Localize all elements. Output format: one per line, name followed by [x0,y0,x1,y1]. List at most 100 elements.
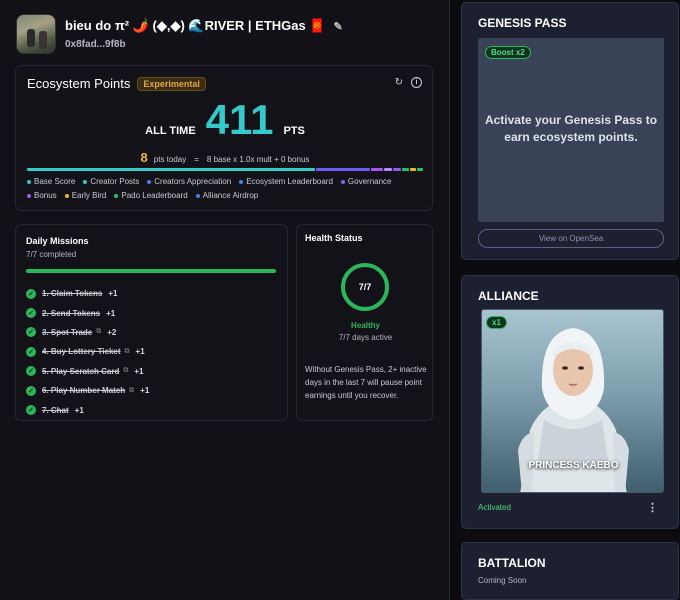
profile-header: bieu do π² 🌶️ (◆,◆) 🌊RIVER | ETHGas 🧧 ✎ … [16,12,343,56]
legend-item: Pado Leaderboard [114,191,188,200]
legend-dot-icon [27,193,31,198]
mission-points: +2 [107,327,117,337]
profile-name-row: bieu do π² 🌶️ (◆,◆) 🌊RIVER | ETHGas 🧧 ✎ [65,18,343,34]
mission-points: +1 [106,308,116,318]
mission-points: +1 [74,405,84,415]
all-time-label: ALL TIME [145,125,196,137]
external-link-icon[interactable]: ⧉ [123,367,128,375]
legend-label: Ecosystem Leaderboard [246,177,333,186]
legend-item: Bonus [27,191,57,200]
wallet-address[interactable]: 0x8fad...9f8b [65,39,343,50]
external-link-icon[interactable]: ⧉ [96,328,101,336]
alliance-character-image[interactable]: x1 PRINCESS KAEBO [481,309,664,493]
missions-list: ✓ 1. Claim Tokens +1 ✓ 2. Send Tokens +1 ✓ 3. S… [26,284,149,420]
multiplier-badge: x1 [486,316,507,329]
ecosystem-title: Ecosystem Points [27,76,131,91]
today-formula: 8 base x 1.0x mult + 0 bonus [206,155,310,164]
bar-segment [392,168,401,171]
genesis-title: GENESIS PASS [478,16,567,30]
mission-label: 3. Spot Trade [42,327,93,337]
alliance-status: Activated [478,503,511,512]
today-label: pts today [153,155,187,164]
mission-label: 2. Send Tokens [42,308,101,318]
external-link-icon[interactable]: ⧉ [125,348,130,356]
bar-segment [371,168,383,171]
mission-item[interactable]: ✓ 7. Chat +1 [26,400,149,419]
main-panel: bieu do π² 🌶️ (◆,◆) 🌊RIVER | ETHGas 🧧 ✎ … [0,0,450,600]
legend-label: Creators Appreciation [154,177,232,186]
mission-item[interactable]: ✓ 1. Claim Tokens +1 [26,284,149,303]
check-icon: ✓ [26,308,36,319]
health-days-active: 7/7 days active [338,333,393,342]
all-time-points: ALL TIME 411 PTS [16,94,434,146]
health-ring: 7/7 [341,263,389,311]
legend-dot-icon [239,179,244,184]
genesis-message: Activate your Genesis Pass to earn ecosy… [484,113,658,144]
boost-badge: Boost x2 [485,46,531,59]
pencil-icon[interactable]: ✎ [334,20,343,33]
points-today-row: 8 pts today = 8 base x 1.0x mult + 0 bon… [16,150,434,165]
genesis-pass-card: Boost x2 Activate your Genesis Pass to e… [478,38,664,222]
legend-label: Early Bird [71,191,107,200]
avatar[interactable] [16,14,56,54]
view-on-opensea-button[interactable]: View on OpenSea [478,229,664,248]
alliance-title: ALLIANCE [478,289,539,303]
mission-points: +1 [135,347,145,357]
check-icon: ✓ [26,346,36,357]
info-icon[interactable]: i [411,77,422,88]
bar-segment [417,168,423,171]
legend-label: Creator Posts [90,177,140,186]
legend-dot-icon [114,193,119,198]
battalion-panel: BATTALION Coming Soon [461,542,679,600]
legend-item: Creators Appreciation [147,177,231,186]
legend-dot-icon [195,193,200,198]
mission-item[interactable]: ✓ 6. Play Number Match ⧉ +1 [26,381,149,400]
legend-dot-icon [27,179,31,184]
experimental-badge: Experimental [137,76,206,91]
bar-segment [27,168,315,171]
alliance-panel: ALLIANCE x1 PRINCESS KAEBO Activated ⋮ [461,275,679,529]
check-icon: ✓ [26,405,36,416]
legend-dot-icon [64,193,69,198]
battalion-title: BATTALION [478,556,546,570]
kebab-menu-icon[interactable]: ⋮ [647,501,658,514]
legend-label: Pado Leaderboard [121,191,188,200]
bar-segment [315,168,371,171]
refresh-icon[interactable]: ↻ [395,77,403,88]
legend-dot-icon [83,179,88,184]
genesis-pass-panel: GENESIS PASS Boost x2 Activate your Gene… [461,2,679,260]
mission-label: 7. Chat [42,405,69,415]
legend-item: Early Bird [64,191,107,200]
legend-dot-icon [340,179,345,184]
mission-item[interactable]: ✓ 2. Send Tokens +1 [26,303,149,322]
health-status-label: Healthy [351,321,380,330]
ecosystem-title-row: Ecosystem Points Experimental [27,76,206,91]
external-link-icon[interactable]: ⧉ [129,387,134,395]
panel-divider [450,0,459,600]
missions-progress-bar [26,269,276,273]
mission-points: +1 [140,386,150,396]
legend-label: Bonus [34,191,57,200]
check-icon: ✓ [26,288,36,299]
check-icon: ✓ [26,327,36,338]
mission-item[interactable]: ✓ 4. Buy Lottery Ticket ⧉ +1 [26,342,149,361]
mission-item[interactable]: ✓ 3. Spot Trade ⧉ +2 [26,323,149,342]
profile-name: bieu do π² 🌶️ (◆,◆) 🌊RIVER | ETHGas 🧧 [65,18,326,33]
ecosystem-actions: ↻ i [395,77,422,88]
legend-item: Alliance Airdrop [195,191,258,200]
legend-item: Creator Posts [83,177,139,186]
check-icon: ✓ [26,385,36,396]
points-breakdown-bar [27,168,423,171]
mission-label: 5. Play Scratch Card [42,366,120,376]
today-value: 8 [140,150,148,165]
bar-segment [383,168,392,171]
legend-item: Governance [340,177,392,186]
daily-missions-card: Daily Missions 7/7 completed ✓ 1. Claim T… [15,224,288,421]
mission-label: 4. Buy Lottery Ticket [42,347,121,357]
points-legend: Base Score Creator Posts Creators Apprecia… [27,177,427,200]
legend-item: Base Score [27,177,75,186]
mission-item[interactable]: ✓ 5. Play Scratch Card ⧉ +1 [26,362,149,381]
ecosystem-points-card: Ecosystem Points Experimental ↻ i ALL TI… [15,65,433,211]
all-time-unit: PTS [283,125,305,137]
mission-label: 1. Claim Tokens [42,289,103,299]
